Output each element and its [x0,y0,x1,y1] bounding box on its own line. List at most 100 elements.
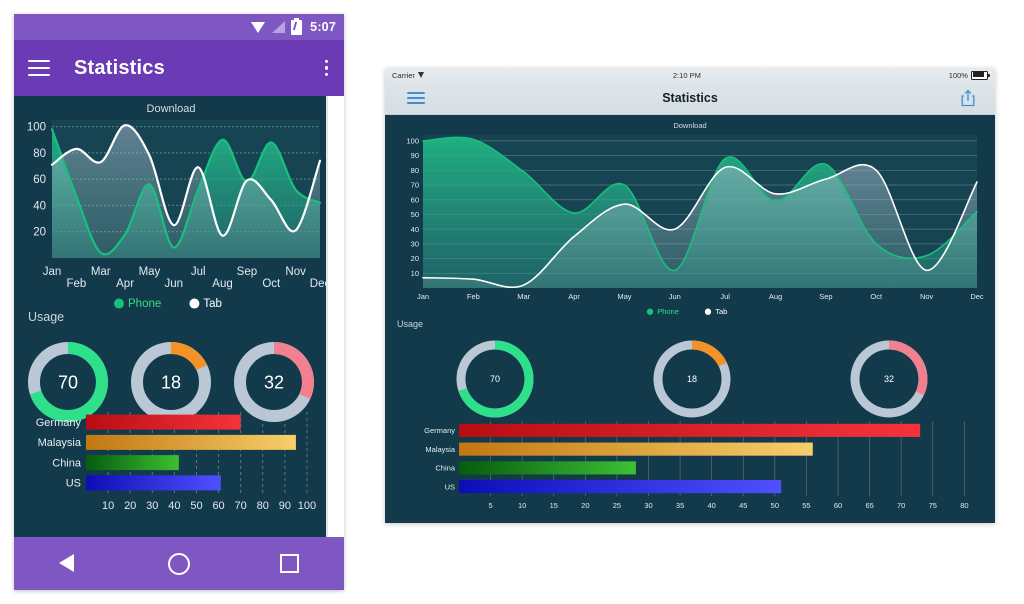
bar-category-label: Malaysia [38,437,82,449]
donut-chart: 18 [131,342,211,422]
bar-category-label: Malaysia [425,445,455,454]
share-icon[interactable] [961,89,975,107]
x-axis-tick-label: Oct [870,292,883,301]
y-axis-tick-label: 80 [411,166,419,175]
kebab-menu-icon[interactable] [324,59,328,77]
tablet-content: 10 20 30 40 50 60 70 80 90 100 Jan Feb Mar Apr May Jun J… [385,115,995,523]
usage-section-label: Usage [397,319,423,329]
x-axis-tick-label: 60 [834,501,842,510]
phone-status-bar: 5:07 [14,14,344,40]
x-axis-tick-label: Feb [66,278,86,290]
bar [86,455,179,471]
tablet-clock: 2:10 PM [672,70,701,80]
tablet-carrier-group: Carrier [392,71,425,80]
x-axis-tick-label: Dec [970,292,984,301]
x-axis-tick-label: 40 [708,501,716,510]
tablet-charts: 10 20 30 40 50 60 70 80 90 100 Jan Feb Mar Apr May Jun J… [397,121,984,510]
donut-chart: 32 [850,340,928,418]
phone-status-icons: 5:07 [251,17,336,35]
x-axis-tick-label: Jun [165,278,184,290]
phone-clock: 5:07 [310,20,336,34]
bar-category-label: US [66,478,81,490]
x-axis-tick-label: Sep [819,292,832,301]
y-axis-tick-label: 10 [411,269,419,278]
bar [459,423,921,437]
x-axis-tick-label: 80 [960,501,968,510]
bar-chart-phone-countries: 10 20 30 40 50 60 70 80 90 100 Germany Malaysia Chin… [36,412,316,512]
x-axis-tick-label: 45 [739,501,747,510]
line-chart-phone-download: 20 40 60 80 100 Jan Feb Mar Apr May Jun Jul Aug Sep Oc… [27,103,331,310]
page-title: Statistics [662,91,718,105]
back-triangle-icon[interactable] [59,554,78,573]
x-axis-tick-label: 15 [550,501,558,510]
x-axis-tick-label: Apr [116,278,134,290]
y-axis-tick-label: 80 [33,148,46,160]
bar-category-label: China [52,457,82,469]
home-circle-icon[interactable] [168,552,190,575]
x-axis-tick-label: Mar [91,266,111,278]
donut-row-phone-usage-donuts: 70 18 32 [28,342,314,422]
wifi-icon [251,21,266,33]
usage-section-label: Usage [28,310,64,324]
bar-chart-tablet-countries: 5 10 15 20 25 30 35 40 45 50 55 60 65 70 75 80 Germany Ma… [424,421,969,510]
x-axis-tick-label: 40 [168,500,180,512]
x-axis-tick-label: Jun [669,292,681,301]
bar [459,442,813,456]
x-axis-tick-label: 50 [190,500,202,512]
donut-chart: 70 [456,340,534,418]
legend-marker-tab [189,298,200,309]
bar-category-label: Germany [36,417,82,429]
legend-marker-phone [646,308,654,315]
y-axis-tick-label: 100 [27,122,46,134]
y-axis-tick-label: 70 [411,181,419,190]
legend-marker-tab [704,308,712,315]
y-axis-tick-label: 20 [411,254,419,263]
donut-value-label: 70 [490,374,500,384]
donut-value-arc [691,340,727,367]
x-axis-tick-label: 20 [124,500,136,512]
donut-value-label: 18 [687,374,697,384]
recents-square-icon[interactable] [280,554,299,573]
x-axis-tick-label: Jul [191,266,206,278]
bar [459,461,636,475]
y-axis-tick-label: 40 [33,200,46,212]
carrier-label: Carrier [392,70,415,80]
chart-title: Download [147,103,196,115]
x-axis-tick-label: Nov [920,292,934,301]
x-axis-tick-label: Sep [237,266,257,278]
tablet-device: Carrier 2:10 PM 100% Statistics 10 20 30 40… [385,68,995,523]
x-axis-tick-label: 50 [771,501,779,510]
x-axis-tick-label: 25 [613,501,621,510]
legend-label-tab: Tab [715,307,727,316]
x-axis-tick-label: May [617,292,631,301]
legend-label-phone: Phone [657,307,679,316]
x-axis-tick-label: 30 [146,500,158,512]
bar [86,414,241,430]
donut-chart: 70 [28,342,108,422]
hamburger-menu-icon[interactable] [407,92,425,104]
donut-value-arc [888,340,928,396]
y-axis-tick-label: 60 [33,174,46,186]
hamburger-menu-icon[interactable] [28,60,50,76]
donut-row-tablet-usage-donuts: 70 18 32 [456,340,928,418]
y-axis-tick-label: 100 [406,137,419,146]
bar-category-label: Germany [424,426,455,435]
phone-card-divider [326,96,328,537]
x-axis-tick-label: 75 [929,501,937,510]
battery-percent-label: 100% [948,70,968,80]
bar-category-label: US [445,482,455,491]
tablet-battery-group: 100% [948,70,990,80]
x-axis-tick-label: Apr [568,292,580,301]
battery-charging-icon [291,17,303,35]
x-axis-tick-label: Nov [285,266,306,278]
donut-value-arc [170,342,208,371]
x-axis-tick-label: 80 [257,500,269,512]
legend-marker-phone [114,298,124,309]
x-axis-tick-label: 5 [488,501,492,510]
y-axis-tick-label: 30 [411,239,419,248]
x-axis-tick-label: Mar [517,292,530,301]
x-axis-tick-label: Aug [212,278,232,290]
donut-value-label: 32 [884,374,894,384]
donut-chart: 18 [653,340,731,418]
line-chart-tablet-download: 10 20 30 40 50 60 70 80 90 100 Jan Feb Mar Apr May Jun J… [406,121,983,316]
